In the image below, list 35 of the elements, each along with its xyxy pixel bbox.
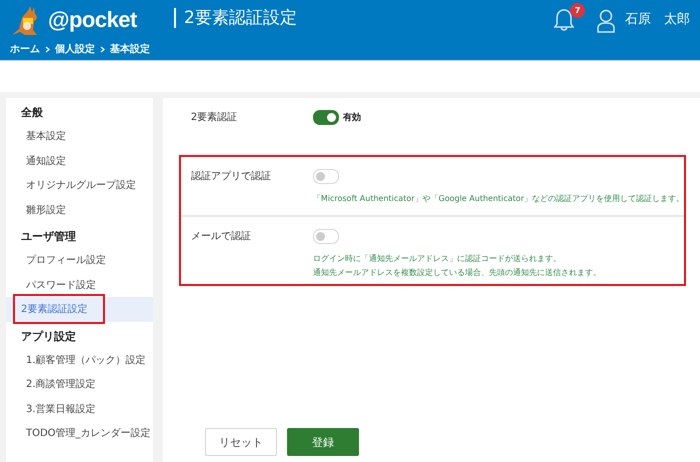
breadcrumb-link[interactable]: ホーム xyxy=(10,42,40,56)
sidebar-item[interactable]: 通知設定 xyxy=(6,148,153,173)
help-text: 「Microsoft Authenticator」や「Google Authenticator」などの認証アプリを使用して認証します。 xyxy=(312,193,684,205)
notification-badge: 7 xyxy=(570,3,585,18)
highlight-frame: 2要素認証設定 xyxy=(15,296,104,322)
breadcrumb-link[interactable]: 基本設定 xyxy=(110,42,150,56)
sidebar-item[interactable]: 3.営業日報設定 xyxy=(6,396,153,421)
sidebar-item[interactable]: 基本設定 xyxy=(6,124,153,148)
user-name[interactable]: 石原 太郎 xyxy=(625,10,690,28)
sidebar-item[interactable]: プロフィール設定 xyxy=(6,248,153,272)
toggle-state-label: 有効 xyxy=(342,111,361,124)
sidebar-item[interactable]: 2.商談管理設定 xyxy=(6,372,153,396)
sidebar-heading: ユーザ管理 xyxy=(20,229,77,245)
setting-label: 2要素認証 xyxy=(190,110,238,125)
register-button[interactable]: 登録 xyxy=(286,428,359,456)
sidebar-heading: アプリ設定 xyxy=(20,328,77,344)
sidebar-item[interactable]: 雛形設定 xyxy=(6,198,153,222)
sidebar-item[interactable]: 2要素認証設定 xyxy=(6,297,153,322)
sidebar-heading: 全般 xyxy=(20,105,44,121)
breadcrumb-link[interactable]: 個人設定 xyxy=(55,42,95,56)
setting-label: メールで認証 xyxy=(190,230,252,244)
setting-label: 認証アプリで認証 xyxy=(190,170,272,184)
chevron-icon xyxy=(100,46,105,52)
chevron-icon xyxy=(45,46,50,52)
user-icon[interactable] xyxy=(597,9,615,33)
reset-button[interactable]: リセット xyxy=(204,428,277,456)
help-text: ログイン時に「通知先メールアドレス」に認証コードが送られます。 通知先メールアドレスを複数設定している場合、先頭の通知先に送信されます。 xyxy=(312,253,601,279)
sidebar-item[interactable]: TODO管理_カレンダー設定 xyxy=(6,421,153,446)
logo-text[interactable]: @pocket xyxy=(48,7,137,33)
sidebar-item[interactable]: パスワード設定 xyxy=(6,272,153,297)
toggle-switch[interactable] xyxy=(312,110,339,125)
page-title: 2要素認証設定 xyxy=(184,7,297,29)
sidebar-item[interactable]: オリジナルグループ設定 xyxy=(6,173,153,198)
sidebar-item[interactable]: 1.顧客管理（パック）設定 xyxy=(6,348,153,372)
bell-icon[interactable] xyxy=(553,8,575,32)
